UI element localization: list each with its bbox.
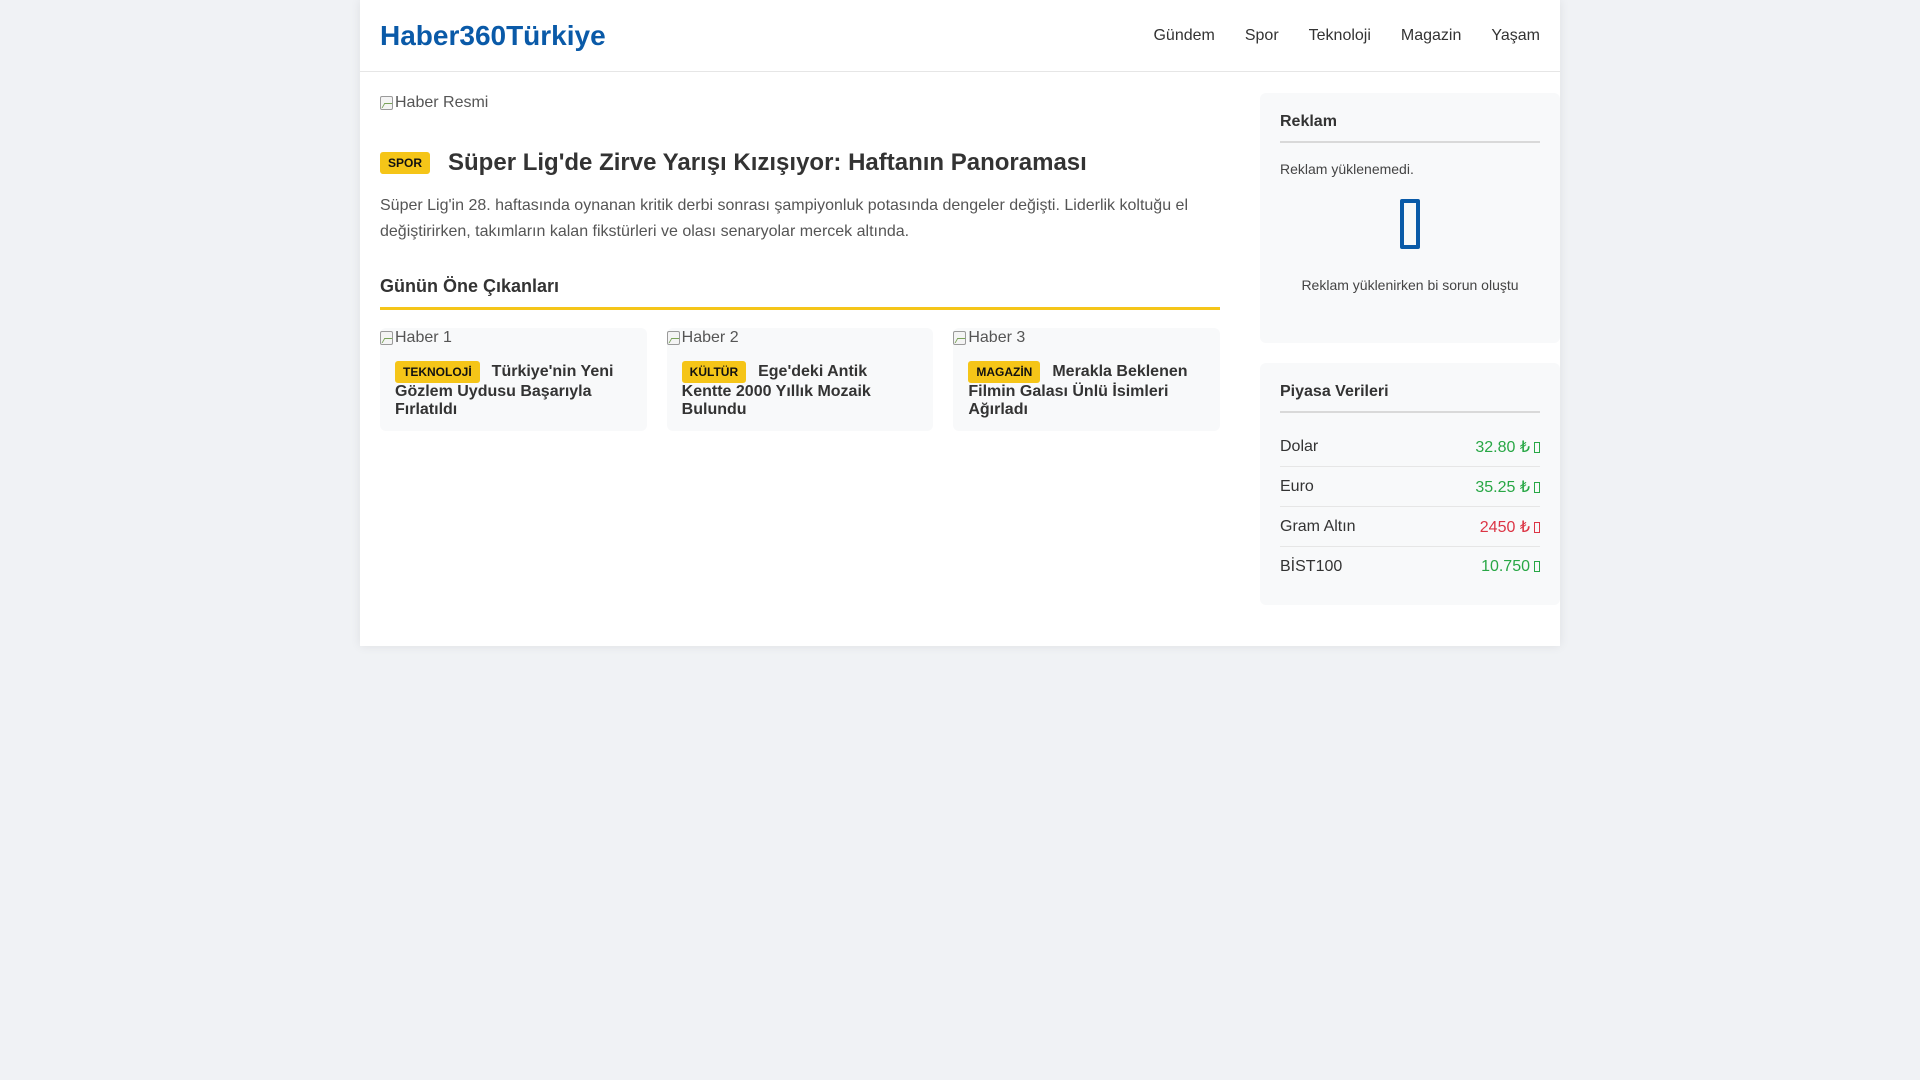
category-badge: MAGAZİN	[968, 361, 1041, 383]
market-name: Dolar	[1280, 437, 1319, 455]
news-card-image-alt: Haber 2	[681, 329, 739, 346]
category-badge: KÜLTÜR	[681, 361, 747, 383]
page-container: Haber360Türkiye Gündem Spor Teknoloji Ma…	[360, 0, 1560, 646]
site-header: Haber360Türkiye Gündem Spor Teknoloji Ma…	[360, 0, 1560, 72]
broken-image-icon	[953, 331, 967, 345]
hero-summary: Süper Lig'in 28. haftasında oynanan krit…	[380, 197, 1188, 240]
market-value-text: 35.25 ₺	[1475, 478, 1530, 496]
news-card-image-alt: Haber 3	[968, 329, 1026, 346]
market-widget-title: Piyasa Verileri	[1280, 383, 1540, 413]
trend-down-icon	[1534, 521, 1540, 533]
hero-image[interactable]: Haber Resmi	[380, 93, 1220, 113]
main-column: Haber Resmi SPOR Süper Lig'de Zirve Yarı…	[380, 93, 1221, 431]
market-row: BİST100 10.750	[1280, 547, 1540, 587]
ad-error-text: Reklam yüklenirken bi sorun oluştu	[1301, 277, 1519, 293]
hero-image-alt: Haber Resmi	[395, 94, 489, 111]
nav-item-gundem[interactable]: Gündem	[1153, 27, 1214, 45]
news-card[interactable]: Haber 3 MAGAZİN Merakla Beklenen Filmin G…	[953, 328, 1221, 431]
market-name: BİST100	[1280, 558, 1343, 575]
market-row: Gram Altın 2450 ₺	[1280, 507, 1540, 547]
market-value: 35.25 ₺	[1475, 477, 1540, 497]
news-card-image-alt: Haber 1	[395, 329, 452, 346]
highlights-cards: Haber 1 TEKNOLOJİ Türkiye'nin Yeni Gözlem…	[380, 328, 1221, 431]
broken-image-icon	[380, 96, 393, 110]
nav-item-magazin[interactable]: Magazin	[1401, 27, 1461, 45]
sidebar: Reklam Reklam yüklenemedi. Reklam yüklen…	[1260, 93, 1560, 605]
market-row: Dolar 32.80 ₺	[1280, 427, 1540, 467]
main-nav: Gündem Spor Teknoloji Magazin Yaşam	[1153, 27, 1540, 45]
trend-up-icon	[1534, 441, 1540, 453]
trend-up-icon	[1534, 481, 1540, 493]
hero-headline-row: SPOR Süper Lig'de Zirve Yarışı Kızışıyor…	[380, 149, 1220, 177]
broken-image-icon	[666, 331, 680, 345]
news-card[interactable]: Haber 1 TEKNOLOJİ Türkiye'nin Yeni Gözlem…	[380, 328, 647, 431]
highlights-title: Günün Öne Çıkanları	[380, 276, 1220, 310]
market-row: Euro 35.25 ₺	[1280, 467, 1540, 507]
market-name: Euro	[1280, 477, 1314, 495]
news-card-image: Haber 1	[380, 328, 452, 348]
market-value: 32.80 ₺	[1475, 437, 1540, 457]
ad-widget-title: Reklam	[1280, 113, 1540, 143]
ad-widget: Reklam Reklam yüklenemedi. Reklam yüklen…	[1260, 93, 1560, 343]
market-value-text: 2450 ₺	[1479, 518, 1530, 536]
hero-title[interactable]: Süper Lig'de Zirve Yarışı Kızışıyor: Haf…	[448, 149, 1087, 177]
news-card[interactable]: Haber 2 KÜLTÜR Ege'deki Antik Kentte 2000…	[666, 328, 934, 431]
market-name: Gram Altın	[1280, 517, 1356, 535]
category-badge: TEKNOLOJİ	[395, 361, 480, 383]
nav-item-yasam[interactable]: Yaşam	[1491, 27, 1540, 45]
nav-item-spor[interactable]: Spor	[1245, 27, 1279, 45]
trend-up-icon	[1534, 561, 1540, 572]
category-badge: SPOR	[380, 152, 431, 174]
missing-glyph-icon	[1400, 199, 1420, 249]
market-value-text: 32.80 ₺	[1475, 438, 1530, 456]
news-card-image: Haber 3	[953, 328, 1025, 348]
market-list: Dolar 32.80 ₺ Euro 35.25 ₺ Gram Altın 24…	[1280, 427, 1540, 587]
site-logo[interactable]: Haber360Türkiye	[380, 20, 606, 52]
nav-item-teknoloji[interactable]: Teknoloji	[1309, 27, 1371, 45]
news-card-body: KÜLTÜR Ege'deki Antik Kentte 2000 Yıllık …	[681, 361, 919, 419]
broken-image-icon	[380, 331, 393, 345]
news-card-body: MAGAZİN Merakla Beklenen Filmin Galası Ün…	[968, 361, 1205, 419]
news-card-image: Haber 2	[666, 328, 739, 348]
market-value: 2450 ₺	[1480, 517, 1540, 537]
market-value-text: 10.750	[1481, 558, 1530, 575]
market-widget: Piyasa Verileri Dolar 32.80 ₺ Euro 35.25…	[1260, 363, 1560, 605]
ad-message: Reklam yüklenemedi.	[1280, 161, 1414, 177]
market-value: 10.750	[1481, 558, 1540, 576]
news-card-body: TEKNOLOJİ Türkiye'nin Yeni Gözlem Uydusu …	[395, 361, 632, 419]
